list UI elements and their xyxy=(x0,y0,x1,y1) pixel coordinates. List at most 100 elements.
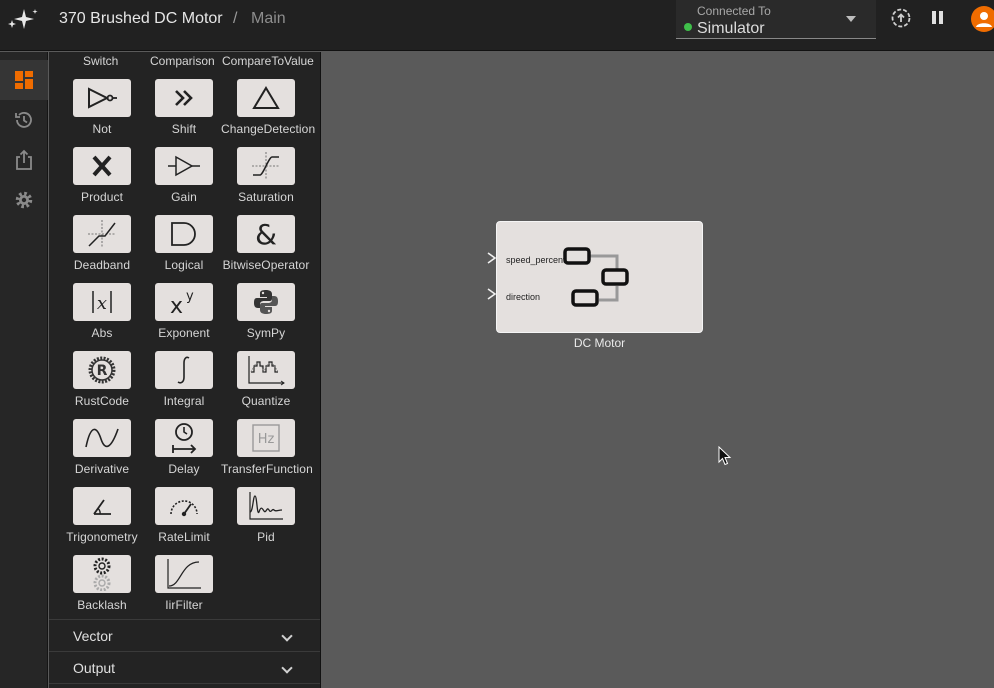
block-label: Gain xyxy=(171,190,197,204)
palette-block-ratelimit[interactable]: RateLimit xyxy=(139,487,229,544)
history-icon xyxy=(15,112,32,128)
palette-block-changedetection[interactable]: ChangeDetection xyxy=(221,79,316,136)
port-label-speed-percent: speed_percent xyxy=(506,255,566,265)
rust-icon: R xyxy=(88,356,116,384)
block-label: Not xyxy=(92,122,112,136)
exponent-icon: xy xyxy=(170,289,194,318)
block-label: ChangeDetection xyxy=(221,122,316,136)
block-label: TransferFunction xyxy=(221,462,313,476)
palette-block-trigonometry[interactable]: Trigonometry xyxy=(57,487,147,544)
chevron-down-icon xyxy=(846,16,856,22)
section-vector[interactable]: Vector xyxy=(49,619,320,651)
deadband-icon xyxy=(88,220,116,248)
palette-block-rustcode[interactable]: R RustCode xyxy=(57,351,147,408)
quantize-icon xyxy=(248,356,285,386)
block-label-comparison[interactable]: Comparison xyxy=(150,54,215,68)
share-icon xyxy=(16,149,32,170)
delay-icon xyxy=(172,423,197,454)
breadcrumb-page[interactable]: Main xyxy=(251,10,286,28)
app-logo-icon[interactable] xyxy=(4,6,38,32)
block-label: Trigonometry xyxy=(66,530,138,544)
rail-item-share[interactable] xyxy=(0,140,48,180)
mouse-cursor-icon xyxy=(718,446,732,466)
settings-icon xyxy=(15,191,33,209)
shift-icon xyxy=(175,90,193,106)
palette-block-logical[interactable]: Logical xyxy=(139,215,229,272)
rail-item-settings[interactable] xyxy=(0,180,48,220)
palette-block-saturation[interactable]: Saturation xyxy=(221,147,311,204)
node-title: DC Motor xyxy=(573,336,626,350)
filter-curve-icon xyxy=(167,559,201,589)
section-label: Output xyxy=(73,660,116,676)
integral-icon xyxy=(177,356,190,384)
derivative-icon xyxy=(85,428,119,448)
palette-block-integral[interactable]: Integral xyxy=(139,351,229,408)
palette-block-iirfilter[interactable]: IirFilter xyxy=(139,555,229,612)
upload-sync-icon[interactable] xyxy=(890,7,912,29)
chevron-down-icon xyxy=(281,662,293,674)
pause-icon[interactable] xyxy=(927,7,949,29)
palette-block-bitwiseoperator[interactable]: & BitwiseOperator xyxy=(221,215,311,272)
section-label: Vector xyxy=(73,628,113,644)
block-label: Product xyxy=(80,190,124,204)
connection-status-dot xyxy=(684,23,692,31)
connection-value: Simulator xyxy=(697,20,765,37)
saturation-icon xyxy=(252,152,280,180)
palette-block-product[interactable]: Product xyxy=(57,147,147,204)
abs-icon: x xyxy=(92,291,112,314)
block-label: Delay xyxy=(168,462,200,476)
pid-response-icon xyxy=(249,492,283,520)
section-output[interactable]: Output xyxy=(49,651,320,683)
palette-block-pid[interactable]: Pid xyxy=(221,487,311,544)
palette-block-quantize[interactable]: Quantize xyxy=(221,351,311,408)
person-icon xyxy=(976,12,992,27)
block-label: IirFilter xyxy=(165,598,203,612)
block-label: RateLimit xyxy=(158,530,210,544)
nav-rail xyxy=(0,52,48,688)
gauge-icon xyxy=(170,500,198,517)
block-label: Logical xyxy=(164,258,204,272)
angle-icon xyxy=(93,499,111,515)
palette-block-exponent[interactable]: xy Exponent xyxy=(139,283,229,340)
palette-block-delay[interactable]: Delay xyxy=(139,419,229,476)
dashboard-icon xyxy=(15,71,33,89)
triangle-icon xyxy=(252,86,280,109)
palette-block-shift[interactable]: Shift xyxy=(139,79,229,136)
palette-block-backlash[interactable]: Backlash xyxy=(57,555,147,612)
breadcrumb-project[interactable]: 370 Brushed DC Motor xyxy=(59,10,223,28)
block-label: Shift xyxy=(171,122,197,136)
palette-block-transferfunction[interactable]: Hz TransferFunction xyxy=(221,419,313,476)
rail-item-dashboard[interactable] xyxy=(0,60,48,100)
block-label: SymPy xyxy=(246,326,286,340)
and-gate-icon xyxy=(171,222,196,246)
svg-text:x: x xyxy=(170,294,183,318)
block-label: Derivative xyxy=(74,462,130,476)
node-dc-motor[interactable]: speed_percent direction xyxy=(496,221,703,333)
block-label: Quantize xyxy=(241,394,291,408)
breadcrumb-separator: / xyxy=(233,10,238,27)
block-label: Pid xyxy=(257,530,275,544)
port-label-direction: direction xyxy=(506,292,541,302)
block-label-switch[interactable]: Switch xyxy=(83,54,118,68)
block-label: Exponent xyxy=(158,326,210,340)
block-label-comparetovalue[interactable]: CompareToValue xyxy=(222,54,314,68)
palette-block-derivative[interactable]: Derivative xyxy=(57,419,147,476)
svg-text:x: x xyxy=(97,293,107,314)
connection-select[interactable]: Connected To Simulator xyxy=(676,0,876,39)
diagram-canvas[interactable]: speed_percent direction DC Motor xyxy=(321,52,994,688)
user-avatar[interactable] xyxy=(971,6,994,32)
palette-block-not[interactable]: Not xyxy=(57,79,147,136)
rail-item-history[interactable] xyxy=(0,100,48,140)
palette-block-deadband[interactable]: Deadband xyxy=(57,215,147,272)
block-label: Deadband xyxy=(73,258,131,272)
palette-block-gain[interactable]: Gain xyxy=(139,147,229,204)
multiply-icon xyxy=(92,155,112,177)
svg-text:R: R xyxy=(97,363,108,379)
block-label: Saturation xyxy=(238,190,294,204)
palette-block-sympy[interactable]: SymPy xyxy=(221,283,311,340)
svg-text:&: & xyxy=(255,219,277,249)
gears-icon xyxy=(93,557,111,591)
ampersand-icon: & xyxy=(255,219,277,249)
palette-block-abs[interactable]: x Abs xyxy=(57,283,147,340)
block-label: Backlash xyxy=(77,598,127,612)
